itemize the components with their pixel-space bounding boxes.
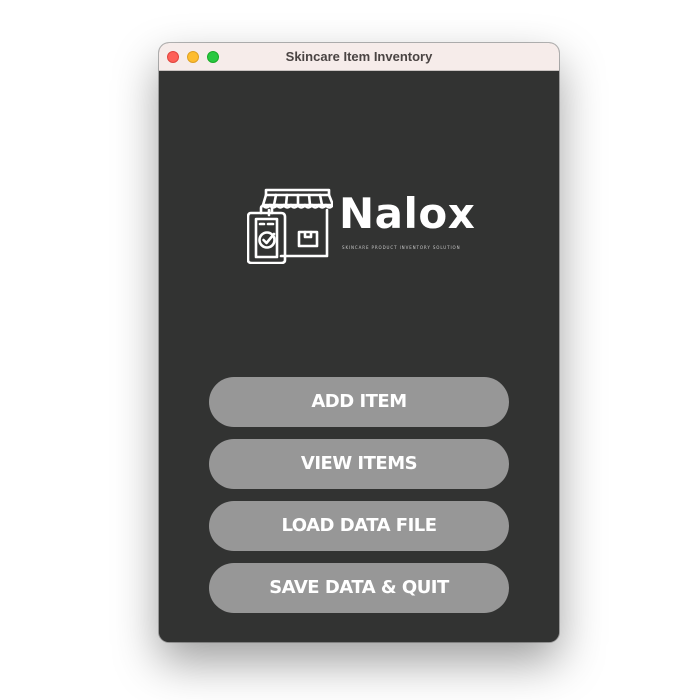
brand-name: Nalox [339, 189, 476, 238]
load-data-file-button[interactable]: LOAD DATA FILE [209, 501, 509, 551]
save-data-quit-button[interactable]: SAVE DATA & QUIT [209, 563, 509, 613]
title-bar[interactable]: Skincare Item Inventory [159, 43, 559, 71]
storefront-clipboard-icon [247, 188, 333, 264]
logo: Nalox SKINCARE PRODUCT INVENTORY SOLUTIO… [247, 179, 477, 264]
window-title: Skincare Item Inventory [285, 49, 433, 64]
add-item-button[interactable]: ADD ITEM [209, 377, 509, 427]
view-items-button[interactable]: VIEW ITEMS [209, 439, 509, 489]
main-menu: Nalox SKINCARE PRODUCT INVENTORY SOLUTIO… [159, 71, 559, 642]
app-window: Skincare Item Inventory Nalox SKINCARE P… [159, 43, 559, 642]
brand-tagline: SKINCARE PRODUCT INVENTORY SOLUTION [342, 245, 461, 250]
